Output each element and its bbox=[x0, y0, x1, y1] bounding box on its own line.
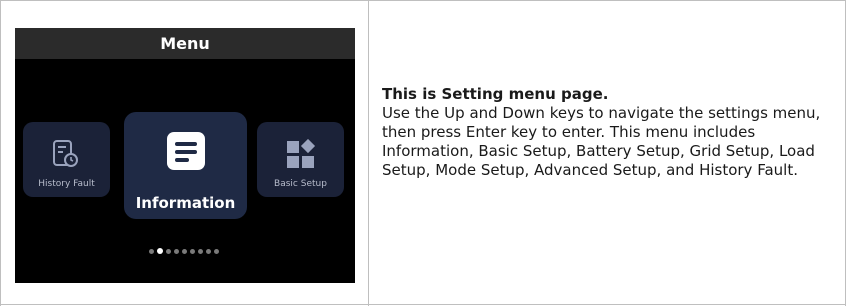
table-divider-right bbox=[845, 0, 846, 306]
page-indicator bbox=[149, 247, 221, 255]
page-dot-active bbox=[157, 248, 163, 254]
page-dot bbox=[198, 248, 203, 254]
page-dot bbox=[206, 248, 211, 254]
information-icon bbox=[166, 131, 206, 175]
description-title: This is Setting menu page. bbox=[382, 85, 609, 103]
menu-item-information[interactable]: Information bbox=[124, 112, 247, 219]
page-dot bbox=[214, 248, 219, 254]
device-screen: Menu History Fault Information Basic Set… bbox=[15, 28, 355, 283]
description-body: Use the Up and Down keys to navigate the… bbox=[382, 104, 821, 179]
menu-item-label: Information bbox=[135, 194, 236, 212]
history-fault-icon bbox=[52, 139, 80, 173]
page-dot bbox=[149, 248, 154, 254]
table-divider-middle bbox=[368, 0, 369, 306]
page-dot bbox=[174, 248, 179, 254]
menu-item-history-fault[interactable]: History Fault bbox=[23, 122, 110, 197]
basic-setup-icon bbox=[285, 138, 317, 173]
menu-item-label: Basic Setup bbox=[274, 179, 327, 189]
page-dot bbox=[166, 248, 171, 254]
description-panel: This is Setting menu page. Use the Up an… bbox=[382, 85, 837, 180]
table-divider-left bbox=[0, 0, 1, 306]
menu-title: Menu bbox=[15, 28, 355, 59]
page-dot bbox=[182, 248, 187, 254]
menu-item-label: History Fault bbox=[38, 179, 95, 189]
page-dot bbox=[190, 248, 195, 254]
menu-item-basic-setup[interactable]: Basic Setup bbox=[257, 122, 344, 197]
